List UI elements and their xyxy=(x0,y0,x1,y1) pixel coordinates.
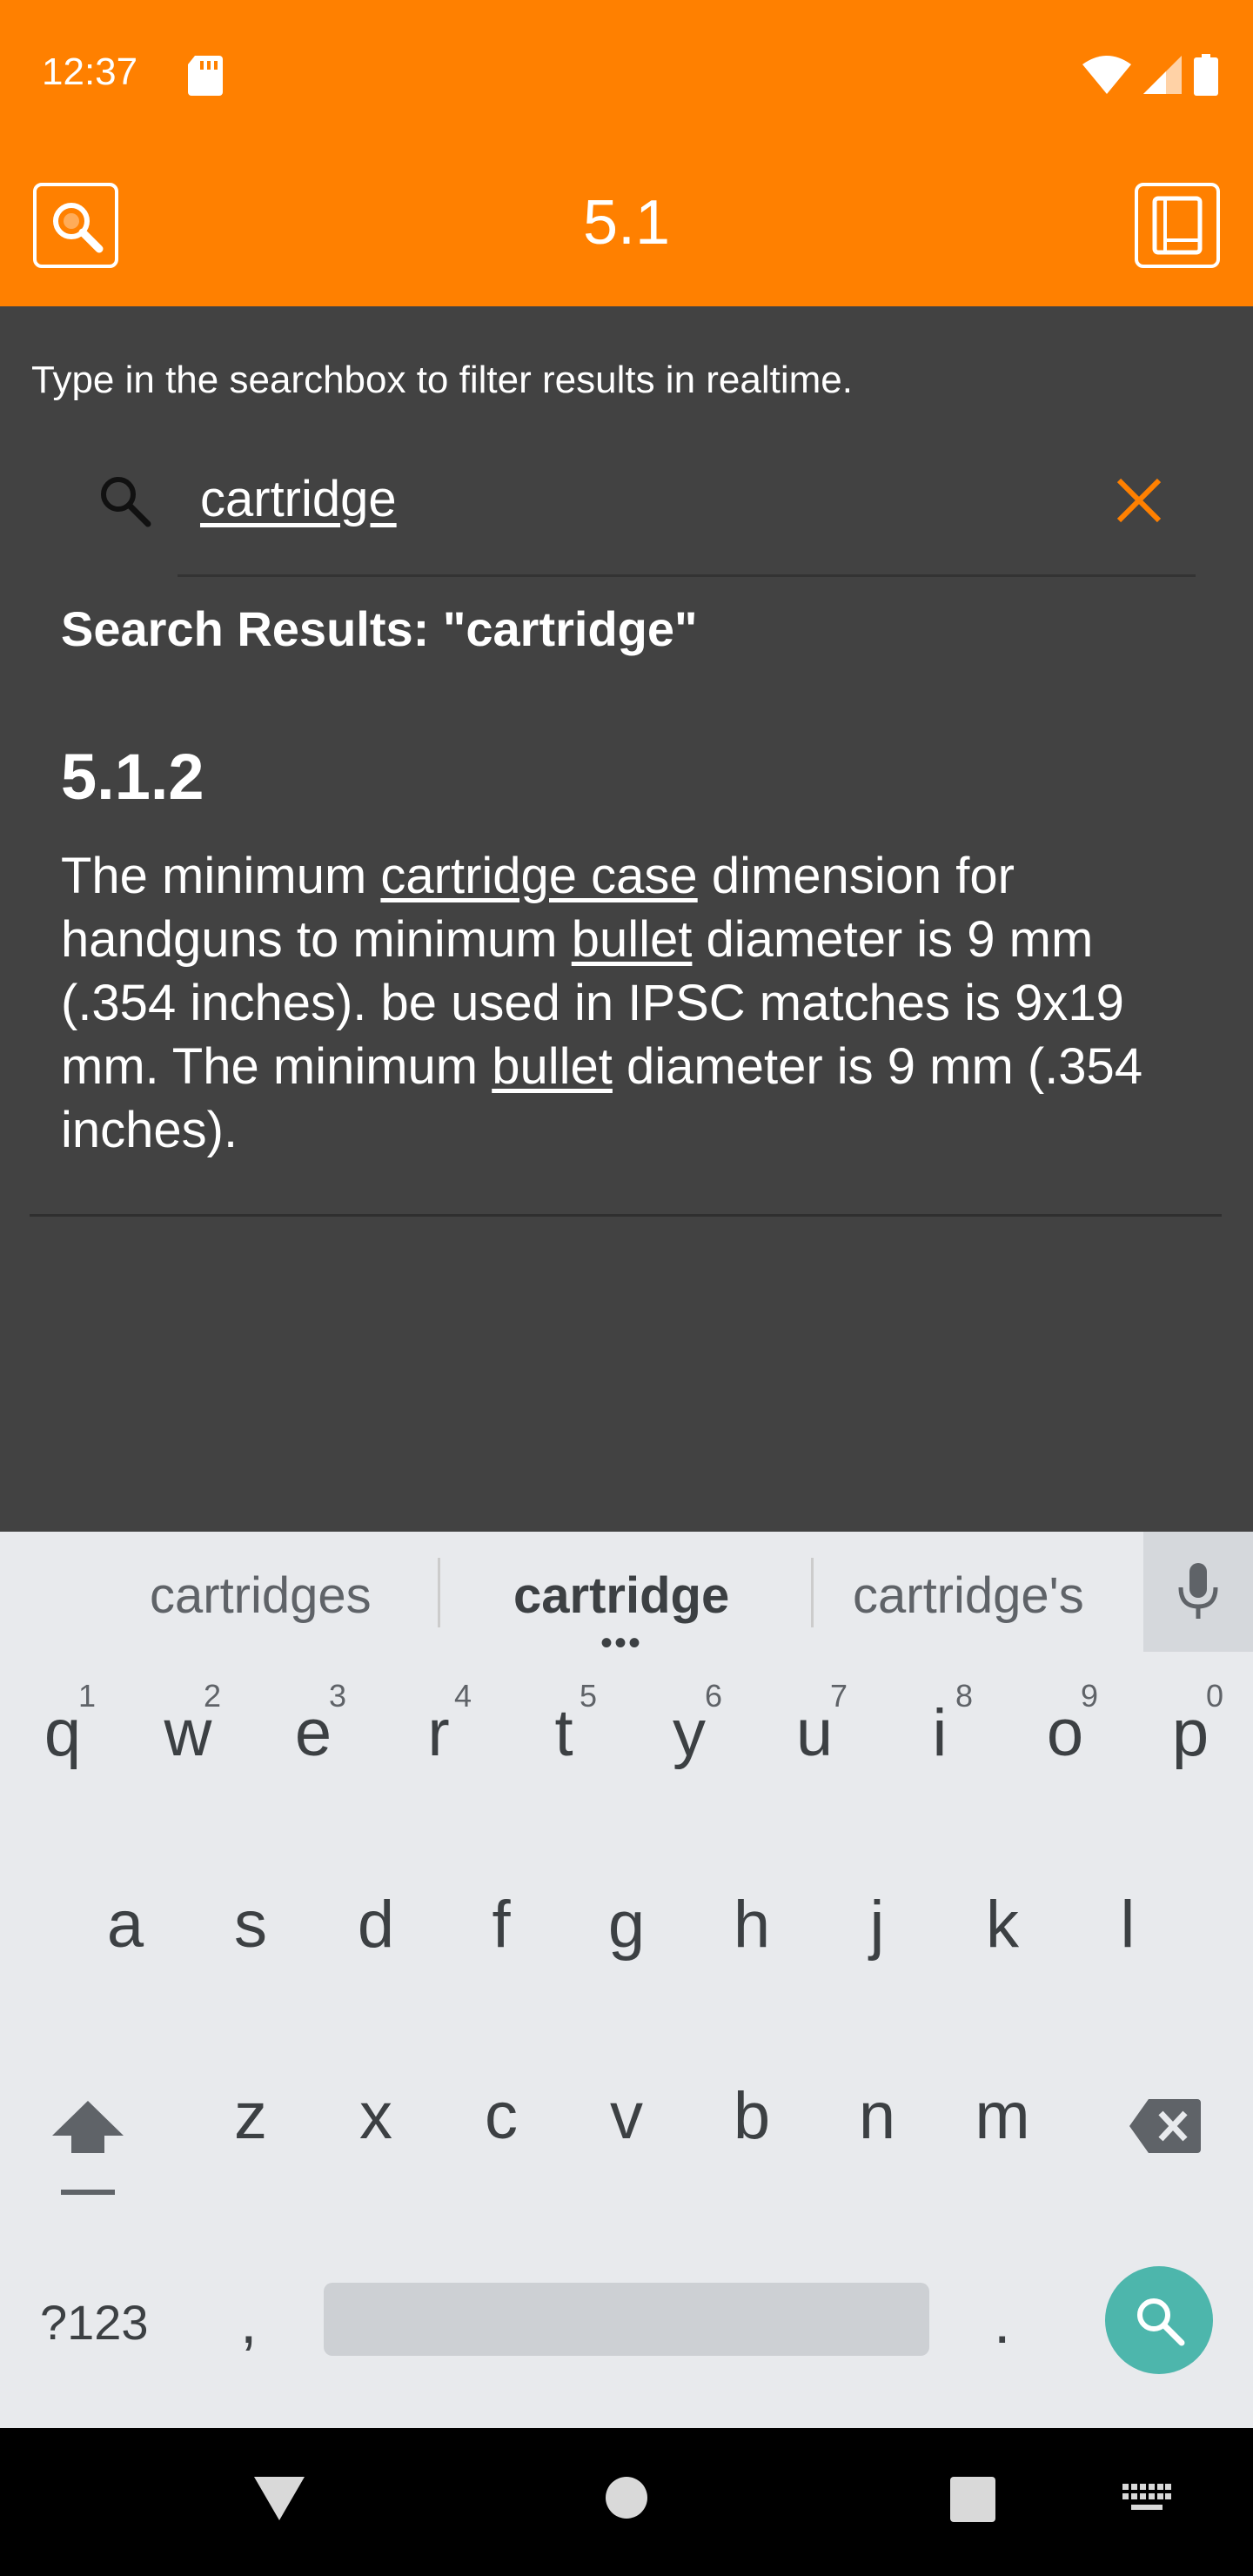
divider xyxy=(811,1558,814,1627)
search-input-value[interactable]: cartridge xyxy=(200,470,397,528)
symbols-key[interactable]: ?123 xyxy=(40,2294,149,2351)
term-link-bullet[interactable]: bullet xyxy=(492,1038,613,1095)
key-label: u xyxy=(795,1696,834,1770)
results-title: Search Results: "cartridge" xyxy=(61,601,698,656)
more-suggestions-icon[interactable]: ••• xyxy=(600,1626,642,1660)
key-label: v xyxy=(610,2079,643,2153)
key-j[interactable]: j xyxy=(814,1843,940,1982)
key-label: e xyxy=(294,1696,332,1770)
result-text-part: The minimum xyxy=(61,848,381,904)
key-u[interactable]: 7u xyxy=(752,1652,877,1791)
home-icon[interactable] xyxy=(604,2475,649,2520)
key-e[interactable]: 3e xyxy=(251,1652,376,1791)
key-label: g xyxy=(607,1888,646,1962)
key-label: q xyxy=(44,1696,82,1770)
close-icon[interactable] xyxy=(1110,472,1168,529)
key-n[interactable]: n xyxy=(814,2035,940,2174)
key-h[interactable]: h xyxy=(689,1843,814,1982)
key-a[interactable]: a xyxy=(63,1843,188,1982)
key-label: m xyxy=(975,2079,1030,2153)
app-bar: 5.1 xyxy=(0,148,1253,306)
key-s[interactable]: s xyxy=(188,1843,313,1982)
system-nav-bar xyxy=(0,2428,1253,2576)
search-icon xyxy=(1137,2298,1185,2346)
keyboard-switch-icon[interactable] xyxy=(1122,2484,1171,2517)
book-button[interactable] xyxy=(1135,183,1220,268)
key-f[interactable]: f xyxy=(439,1843,564,1982)
key-label: h xyxy=(733,1888,771,1962)
key-label: w xyxy=(164,1696,212,1770)
key-r[interactable]: 4r xyxy=(376,1652,501,1791)
key-l[interactable]: l xyxy=(1065,1843,1190,1982)
key-x[interactable]: x xyxy=(313,2035,439,2174)
search-submit-button[interactable] xyxy=(1105,2266,1213,2374)
divider xyxy=(30,1214,1222,1217)
term-link-bullet[interactable]: bullet xyxy=(572,911,693,968)
comma-key[interactable]: , xyxy=(240,2287,257,2357)
status-icons xyxy=(1082,54,1218,96)
key-label: t xyxy=(554,1696,573,1770)
page-title: 5.1 xyxy=(582,188,671,258)
mic-icon xyxy=(1178,1563,1218,1619)
sd-card-icon xyxy=(188,56,223,96)
divider xyxy=(438,1558,440,1627)
back-icon[interactable] xyxy=(252,2473,306,2522)
shift-icon[interactable] xyxy=(49,2094,127,2207)
suggestion-item[interactable]: cartridge's xyxy=(853,1566,1084,1625)
key-label: j xyxy=(869,1888,885,1962)
key-label: o xyxy=(1046,1696,1084,1770)
key-p[interactable]: 0p xyxy=(1128,1652,1253,1791)
key-label: d xyxy=(357,1888,395,1962)
key-label: f xyxy=(492,1888,511,1962)
status-bar: 12:37 xyxy=(0,0,1253,148)
result-id[interactable]: 5.1.2 xyxy=(61,740,204,814)
status-time: 12:37 xyxy=(42,50,138,93)
term-link-cartridge-case[interactable]: cartridge case xyxy=(380,848,697,904)
key-m[interactable]: m xyxy=(940,2035,1065,2174)
search-field-icon xyxy=(101,477,151,527)
key-label: n xyxy=(858,2079,896,2153)
key-label: z xyxy=(234,2079,267,2153)
key-g[interactable]: g xyxy=(564,1843,689,1982)
key-d[interactable]: d xyxy=(313,1843,439,1982)
key-c[interactable]: c xyxy=(439,2035,564,2174)
period-key[interactable]: . xyxy=(994,2287,1010,2357)
key-q[interactable]: 1q xyxy=(0,1652,125,1791)
backspace-icon[interactable] xyxy=(1128,2097,1203,2155)
key-y[interactable]: 6y xyxy=(626,1652,752,1791)
key-v[interactable]: v xyxy=(564,2035,689,2174)
key-label: b xyxy=(733,2079,771,2153)
mic-button[interactable] xyxy=(1143,1532,1253,1652)
space-key[interactable] xyxy=(324,2283,929,2356)
keyboard: 1q2w3e4r5t6y7u8i9o0p a s d f g h j k l z x c v b n m ?… xyxy=(0,1652,1253,2428)
book-icon xyxy=(1152,196,1203,255)
key-label: p xyxy=(1171,1696,1209,1770)
suggestion-strip: cartridges cartridge cartridge's ••• xyxy=(0,1532,1253,1660)
suggestion-item[interactable]: cartridge xyxy=(513,1566,729,1625)
key-label: l xyxy=(1120,1888,1136,1962)
key-label: a xyxy=(106,1888,144,1962)
suggestion-item[interactable]: cartridges xyxy=(150,1566,372,1625)
key-label: s xyxy=(234,1888,267,1962)
key-k[interactable]: k xyxy=(940,1843,1065,1982)
key-b[interactable]: b xyxy=(689,2035,814,2174)
key-label: k xyxy=(986,1888,1019,1962)
key-w[interactable]: 2w xyxy=(125,1652,251,1791)
key-i[interactable]: 8i xyxy=(877,1652,1002,1791)
key-label: r xyxy=(427,1696,450,1770)
signal-icon xyxy=(1143,56,1182,94)
key-label: y xyxy=(673,1696,706,1770)
wifi-icon xyxy=(1082,56,1131,94)
key-label: i xyxy=(932,1696,948,1770)
recents-icon[interactable] xyxy=(950,2477,995,2522)
key-z[interactable]: z xyxy=(188,2035,313,2174)
key-label: x xyxy=(359,2079,392,2153)
key-label: c xyxy=(485,2079,518,2153)
result-text[interactable]: The minimum cartridge case dimension for… xyxy=(61,844,1201,1162)
search-hint: Type in the searchbox to filter results … xyxy=(31,359,853,401)
battery-icon xyxy=(1194,54,1218,96)
key-t[interactable]: 5t xyxy=(501,1652,626,1791)
key-o[interactable]: 9o xyxy=(1002,1652,1128,1791)
